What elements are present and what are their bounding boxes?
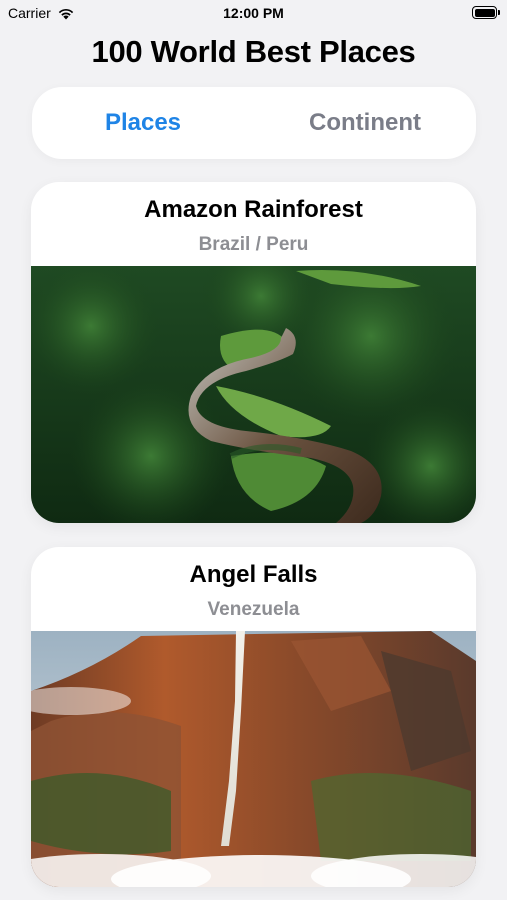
battery-icon bbox=[472, 6, 500, 19]
tab-continent[interactable]: Continent bbox=[254, 87, 476, 159]
status-bar: Carrier 12:00 PM bbox=[0, 0, 507, 28]
tab-places[interactable]: Places bbox=[32, 87, 254, 159]
status-time: 12:00 PM bbox=[223, 5, 284, 21]
card-header: Angel Falls Venezuela bbox=[31, 547, 476, 631]
place-image-rainforest bbox=[31, 266, 476, 523]
place-card-amazon-rainforest[interactable]: Amazon Rainforest Brazil / Peru bbox=[31, 182, 476, 523]
place-title: Angel Falls bbox=[189, 561, 318, 588]
place-card-angel-falls[interactable]: Angel Falls Venezuela bbox=[31, 547, 476, 887]
place-location: Venezuela bbox=[207, 599, 300, 620]
page-title: 100 World Best Places bbox=[91, 34, 416, 69]
battery-fill bbox=[474, 8, 495, 17]
card-header: Amazon Rainforest Brazil / Peru bbox=[31, 182, 476, 266]
place-title: Amazon Rainforest bbox=[144, 196, 363, 223]
segmented-control: Places Continent bbox=[32, 87, 476, 159]
place-image-waterfall bbox=[31, 631, 476, 887]
place-location: Brazil / Peru bbox=[198, 234, 309, 255]
